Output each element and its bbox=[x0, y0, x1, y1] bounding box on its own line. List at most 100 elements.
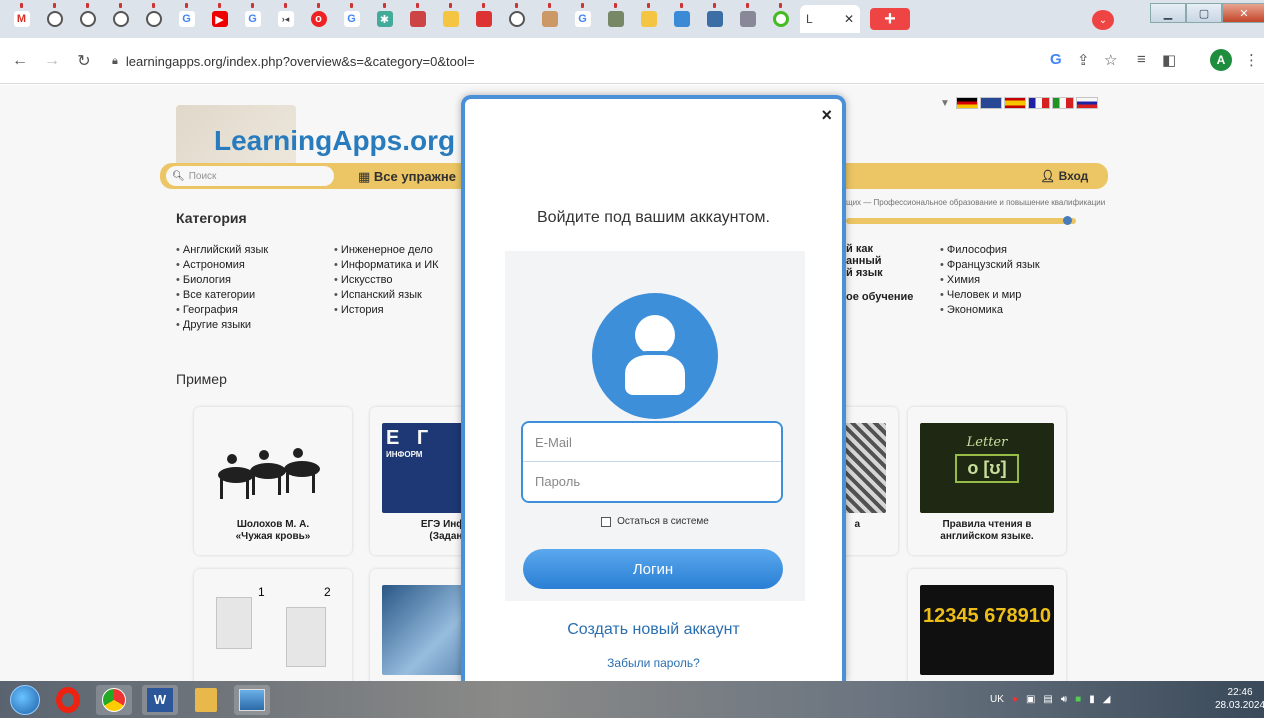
bookmark-star-icon[interactable]: ☆ bbox=[1104, 51, 1117, 69]
chrome-taskbar-icon[interactable] bbox=[96, 684, 132, 715]
tab-chrome[interactable] bbox=[41, 3, 68, 33]
side-panel-icon[interactable]: ◧ bbox=[1162, 51, 1176, 69]
tray-green-icon[interactable]: ■ bbox=[1075, 694, 1081, 705]
close-window-button[interactable]: ✕ bbox=[1222, 3, 1264, 23]
forgot-password-link[interactable]: Забыли пароль? bbox=[465, 656, 842, 670]
example-card-reading-rules[interactable]: Letter o [ʊ] Правила чтения в английском… bbox=[908, 407, 1066, 555]
tab-image[interactable] bbox=[668, 3, 695, 33]
category-link[interactable]: Все категории bbox=[176, 288, 268, 303]
tab-file[interactable] bbox=[635, 3, 662, 33]
battery-icon[interactable]: ▮ bbox=[1089, 694, 1095, 705]
category-link[interactable]: анный bbox=[846, 255, 913, 267]
category-link[interactable]: Экономика bbox=[940, 303, 1040, 318]
category-link[interactable]: Английский язык bbox=[176, 243, 268, 258]
lock-icon[interactable]: 🔒︎ bbox=[112, 55, 118, 68]
tab-chrome[interactable] bbox=[503, 3, 530, 33]
back-icon[interactable]: ← bbox=[8, 52, 32, 70]
flag-es-icon[interactable] bbox=[1003, 97, 1026, 109]
tab-active-learningapps[interactable]: L ✕ bbox=[800, 5, 860, 33]
language-selector[interactable]: ▼ bbox=[940, 97, 1100, 109]
tab-app[interactable] bbox=[701, 3, 728, 33]
maximize-button[interactable]: ▢ bbox=[1186, 3, 1222, 23]
opera-taskbar-icon[interactable] bbox=[50, 685, 86, 715]
category-link[interactable]: Человек и мир bbox=[940, 288, 1040, 303]
tab-green[interactable] bbox=[767, 3, 794, 33]
tab-chrome[interactable] bbox=[74, 3, 101, 33]
tab-opera[interactable]: o bbox=[305, 3, 332, 33]
level-slider[interactable] bbox=[846, 216, 1076, 225]
tab-gmail[interactable]: M bbox=[8, 3, 35, 33]
email-field[interactable] bbox=[523, 423, 781, 462]
tab-close-icon[interactable]: ✕ bbox=[844, 12, 854, 26]
keyboard-language[interactable]: UK bbox=[990, 694, 1004, 705]
create-account-link[interactable]: Создать новый аккаунт bbox=[465, 621, 842, 639]
example-card-docs[interactable]: 1 2 bbox=[194, 569, 352, 681]
reading-list-icon[interactable]: ≡ bbox=[1137, 51, 1146, 68]
example-card-numbers[interactable]: 12345 678910 bbox=[908, 569, 1066, 681]
category-link[interactable]: Испанский язык bbox=[334, 288, 439, 303]
site-logo[interactable]: LearningApps.org bbox=[176, 105, 476, 165]
menu-kebab-icon[interactable]: ⋮ bbox=[1244, 51, 1259, 69]
share-icon[interactable]: ⇪ bbox=[1077, 51, 1090, 69]
tray-app-icon[interactable]: ▣ bbox=[1026, 694, 1035, 705]
word-taskbar-icon[interactable]: W bbox=[142, 684, 178, 715]
tab-google[interactable]: G bbox=[569, 3, 596, 33]
tab-search-dropdown-icon[interactable]: ⌄ bbox=[1092, 10, 1114, 30]
flag-uk-icon[interactable] bbox=[979, 97, 1002, 109]
flag-fr-icon[interactable] bbox=[1027, 97, 1050, 109]
flag-de-icon[interactable] bbox=[955, 97, 978, 109]
flag-it-icon[interactable] bbox=[1051, 97, 1074, 109]
tab-file[interactable] bbox=[437, 3, 464, 33]
url-field[interactable]: 🔒︎ learningapps.org/index.php?overview&s… bbox=[112, 46, 1032, 76]
google-lens-icon[interactable]: G bbox=[1050, 51, 1062, 68]
photos-taskbar-icon[interactable] bbox=[234, 684, 270, 715]
site-login-link[interactable]: 👤︎ Вход bbox=[1040, 169, 1088, 183]
remember-checkbox[interactable] bbox=[601, 516, 612, 527]
category-link[interactable]: Биология bbox=[176, 273, 268, 288]
category-link[interactable]: Философия bbox=[940, 243, 1040, 258]
category-link[interactable]: Химия bbox=[940, 273, 1040, 288]
category-link[interactable]: Французский язык bbox=[940, 258, 1040, 273]
all-exercises-link[interactable]: ▦ Все упражне bbox=[358, 169, 456, 185]
tab-image[interactable] bbox=[404, 3, 431, 33]
windows-start-icon[interactable] bbox=[10, 684, 40, 715]
tab-chrome[interactable] bbox=[107, 3, 134, 33]
example-card-sholokhov[interactable]: Шолохов М. А. «Чужая кровь» bbox=[194, 407, 352, 555]
forward-icon[interactable]: → bbox=[40, 52, 64, 70]
category-link[interactable]: Астрономия bbox=[176, 258, 268, 273]
tab-app[interactable] bbox=[734, 3, 761, 33]
reload-icon[interactable]: ↻ bbox=[72, 51, 96, 71]
tab-google[interactable]: G bbox=[173, 3, 200, 33]
opera-tray-icon[interactable]: ● bbox=[1012, 694, 1018, 705]
slider-knob[interactable] bbox=[1063, 216, 1072, 225]
volume-icon[interactable]: 🔊︎ bbox=[1061, 694, 1067, 705]
category-link[interactable]: ое обучение bbox=[846, 291, 913, 303]
tab-slides[interactable] bbox=[470, 3, 497, 33]
site-search-input[interactable]: 🔍︎ Поиск bbox=[166, 166, 334, 186]
tab-folder[interactable] bbox=[536, 3, 563, 33]
tab-media[interactable]: ›◂ bbox=[272, 3, 299, 33]
category-link[interactable]: География bbox=[176, 303, 268, 318]
tab-youtube[interactable]: ▶ bbox=[206, 3, 233, 33]
system-clock[interactable]: 22:46 28.03.2024 bbox=[1215, 686, 1264, 712]
category-link[interactable]: Другие языки bbox=[176, 318, 268, 333]
tab-google[interactable]: G bbox=[338, 3, 365, 33]
category-link[interactable]: й язык bbox=[846, 267, 913, 279]
category-link[interactable]: Инженерное дело bbox=[334, 243, 439, 258]
flag-ru-icon[interactable] bbox=[1075, 97, 1098, 109]
category-link[interactable]: Искусство bbox=[334, 273, 439, 288]
tab-puzzle[interactable]: ✱ bbox=[371, 3, 398, 33]
profile-avatar[interactable]: A bbox=[1210, 49, 1232, 71]
tab-google[interactable]: G bbox=[239, 3, 266, 33]
category-link[interactable] bbox=[846, 279, 913, 291]
network-icon[interactable]: ▤ bbox=[1043, 694, 1052, 705]
close-icon[interactable]: × bbox=[821, 105, 832, 126]
category-link[interactable]: История bbox=[334, 303, 439, 318]
remember-me[interactable]: Остаться в системе bbox=[505, 516, 805, 527]
signal-icon[interactable]: ◢ bbox=[1103, 694, 1111, 705]
category-link[interactable]: Информатика и ИК bbox=[334, 258, 439, 273]
new-tab-button[interactable]: + bbox=[870, 8, 910, 30]
explorer-taskbar-icon[interactable] bbox=[188, 685, 224, 715]
tab-chrome[interactable] bbox=[140, 3, 167, 33]
tab-app[interactable] bbox=[602, 3, 629, 33]
